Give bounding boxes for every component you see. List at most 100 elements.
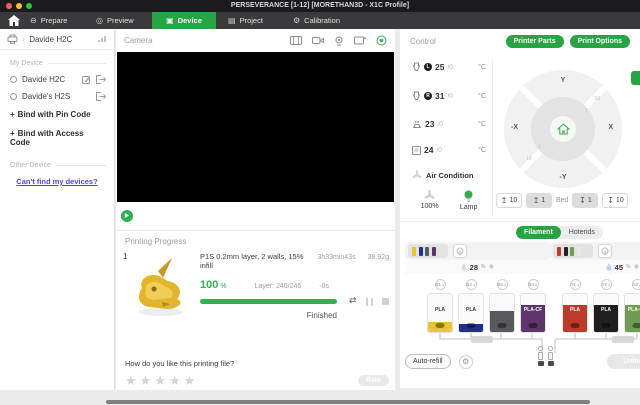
- spool-color: [432, 247, 436, 256]
- unload-button[interactable]: Unload: [607, 354, 640, 369]
- other-device-section: Other Device: [10, 162, 106, 169]
- chamber-temp[interactable]: 24 /0 °C: [412, 145, 486, 155]
- bed-up-10-button[interactable]: ↥ 10: [496, 193, 522, 208]
- ams-unit-b: 28 % ❄ B1↓ B2↓ B3↓ B4↓ PLA: [405, 242, 550, 353]
- device-row-h2c[interactable]: Davide H2C: [0, 71, 114, 88]
- edit-device-icon[interactable]: [82, 75, 91, 84]
- axis-y-plus[interactable]: Y: [504, 77, 622, 84]
- star-icon[interactable]: ★: [125, 374, 140, 389]
- filament-slot-b2[interactable]: PLA: [458, 293, 484, 333]
- slot-badge-b1[interactable]: B1↓: [435, 279, 446, 290]
- nozzle-right-temp[interactable]: R 31 /0 °C: [412, 91, 486, 101]
- star-rating[interactable]: ★★★★★: [125, 374, 386, 389]
- rating-section: How do you like this printing file? ★★★★…: [116, 359, 395, 389]
- find-devices-link[interactable]: Can't find my devices?: [0, 177, 114, 186]
- edit-filament-icon[interactable]: [436, 323, 445, 328]
- tab-calibration[interactable]: ⚙ Calibration: [293, 12, 340, 29]
- auto-refill-button[interactable]: Auto-refill: [405, 354, 451, 369]
- edit-filament-icon[interactable]: [602, 323, 611, 328]
- print-options-button[interactable]: Print Options: [570, 35, 630, 48]
- snowflake-icon: ❄: [633, 264, 639, 271]
- lamp-label: Lamp: [460, 204, 478, 211]
- edit-filament-icon[interactable]: [571, 323, 580, 328]
- horizontal-scrollbar[interactable]: [106, 400, 590, 404]
- tab-project[interactable]: ▤ Project: [228, 12, 263, 29]
- liveview-toggle-icon[interactable]: [376, 35, 387, 46]
- tab-device[interactable]: ▣ Device: [152, 12, 216, 29]
- bind-access-code-button[interactable]: +Bind with Access Code: [0, 124, 114, 152]
- tab-preview[interactable]: ◎ Preview: [96, 12, 134, 29]
- filament-slot-b3[interactable]: [489, 293, 515, 333]
- slot-badge-b2[interactable]: B2↓: [466, 279, 477, 290]
- printer-parts-button[interactable]: Printer Parts: [506, 35, 564, 48]
- external-spool-icon[interactable]: [598, 244, 612, 258]
- bed-temp[interactable]: 23 /0 °C: [412, 119, 486, 129]
- screen-record-icon[interactable]: [354, 36, 366, 45]
- tab-prepare[interactable]: ⊖ Prepare: [30, 12, 67, 29]
- lamp-control[interactable]: Lamp: [460, 190, 478, 211]
- star-icon[interactable]: ★: [140, 374, 155, 389]
- slot-badges: A1↓ A2↓ A3↓: [550, 279, 640, 290]
- tab-hotends[interactable]: Hotends: [561, 226, 603, 239]
- device-row-h2s[interactable]: Davide's H2S: [0, 88, 114, 105]
- section-divider: [56, 165, 106, 166]
- tab-filament[interactable]: Filament: [516, 226, 561, 239]
- timelapse-icon[interactable]: [290, 36, 302, 45]
- bed-down-10-button[interactable]: ↧ 10: [602, 193, 628, 208]
- filament-slot-b4[interactable]: PLA-CF: [520, 293, 546, 333]
- ams-unit-header: [405, 242, 550, 260]
- filament-slot-a2[interactable]: PLA: [593, 293, 619, 333]
- slot-badge-a3[interactable]: A3↓: [632, 279, 640, 290]
- ams-settings-icon[interactable]: ⚙: [459, 355, 473, 369]
- star-icon[interactable]: ★: [184, 374, 199, 389]
- part-fan-control[interactable]: 100%: [421, 190, 439, 211]
- control-title: Control: [410, 37, 436, 46]
- humidity-indicator[interactable]: 45 % ❄: [550, 260, 640, 274]
- edit-filament-icon[interactable]: [467, 323, 476, 328]
- ams-spools-icon[interactable]: [553, 244, 593, 258]
- axis-y-minus[interactable]: -Y: [504, 174, 622, 181]
- star-icon[interactable]: ★: [169, 374, 184, 389]
- webcam-icon[interactable]: [334, 36, 344, 46]
- axis-x-minus[interactable]: -X: [511, 124, 518, 131]
- ams-spools-icon[interactable]: [408, 244, 448, 258]
- cut-off-green-button[interactable]: [631, 71, 640, 85]
- camera-video-feed[interactable]: [117, 52, 394, 202]
- slot-badge-b3[interactable]: B3↓: [497, 279, 508, 290]
- filament-slot-a1[interactable]: PLA: [562, 293, 588, 333]
- pause-icon[interactable]: [366, 298, 373, 306]
- logout-device-icon[interactable]: [96, 92, 106, 101]
- stop-icon[interactable]: [382, 298, 389, 305]
- my-device-label: My Device: [10, 60, 43, 67]
- humidity-indicator[interactable]: 28 % ❄: [405, 260, 550, 274]
- bind-pin-code-button[interactable]: +Bind with Pin Code: [0, 105, 114, 124]
- air-condition-control[interactable]: Air Condition: [412, 170, 474, 180]
- reprint-icon[interactable]: ⇄: [349, 297, 357, 306]
- filament-slot-a3[interactable]: PLA-CF: [624, 293, 640, 333]
- star-icon[interactable]: ★: [154, 374, 169, 389]
- video-record-icon[interactable]: [312, 36, 324, 45]
- bed-down-1-button[interactable]: ↧ 1: [572, 193, 598, 208]
- filament-slot-b1[interactable]: PLA: [427, 293, 453, 333]
- edit-filament-icon[interactable]: [529, 323, 538, 328]
- printer-selector[interactable]: › Davide H2C: [0, 29, 114, 50]
- slot-badge-b4[interactable]: B4↓: [528, 279, 539, 290]
- home-icon[interactable]: [8, 15, 20, 26]
- home-axes-button[interactable]: [550, 116, 576, 142]
- slot-badge-a1[interactable]: A1↓: [570, 279, 581, 290]
- rate-button[interactable]: Rate: [358, 375, 389, 386]
- slot-badge-a2[interactable]: A2↓: [601, 279, 612, 290]
- bambu-studio-window: PERSEVERANCE [1-12] [MORETHAN3D - X1C Pr…: [0, 0, 640, 405]
- step-mark-10: 10: [526, 156, 532, 162]
- edit-filament-icon[interactable]: [633, 323, 640, 328]
- signal-icon: [98, 35, 107, 43]
- edit-filament-icon[interactable]: [498, 323, 507, 328]
- external-spool-icon[interactable]: [453, 244, 467, 258]
- nozzle-left-temp[interactable]: L 25 /0 °C: [412, 62, 486, 72]
- logout-device-icon[interactable]: [96, 75, 106, 84]
- play-icon[interactable]: ▶: [121, 210, 133, 222]
- bed-up-1-button[interactable]: ↥ 1: [526, 193, 552, 208]
- axis-x-plus[interactable]: X: [608, 124, 613, 131]
- progress-percent-unit: %: [220, 283, 226, 290]
- axis-control-pad[interactable]: Y -Y X -X 10 1 1 10: [504, 70, 622, 188]
